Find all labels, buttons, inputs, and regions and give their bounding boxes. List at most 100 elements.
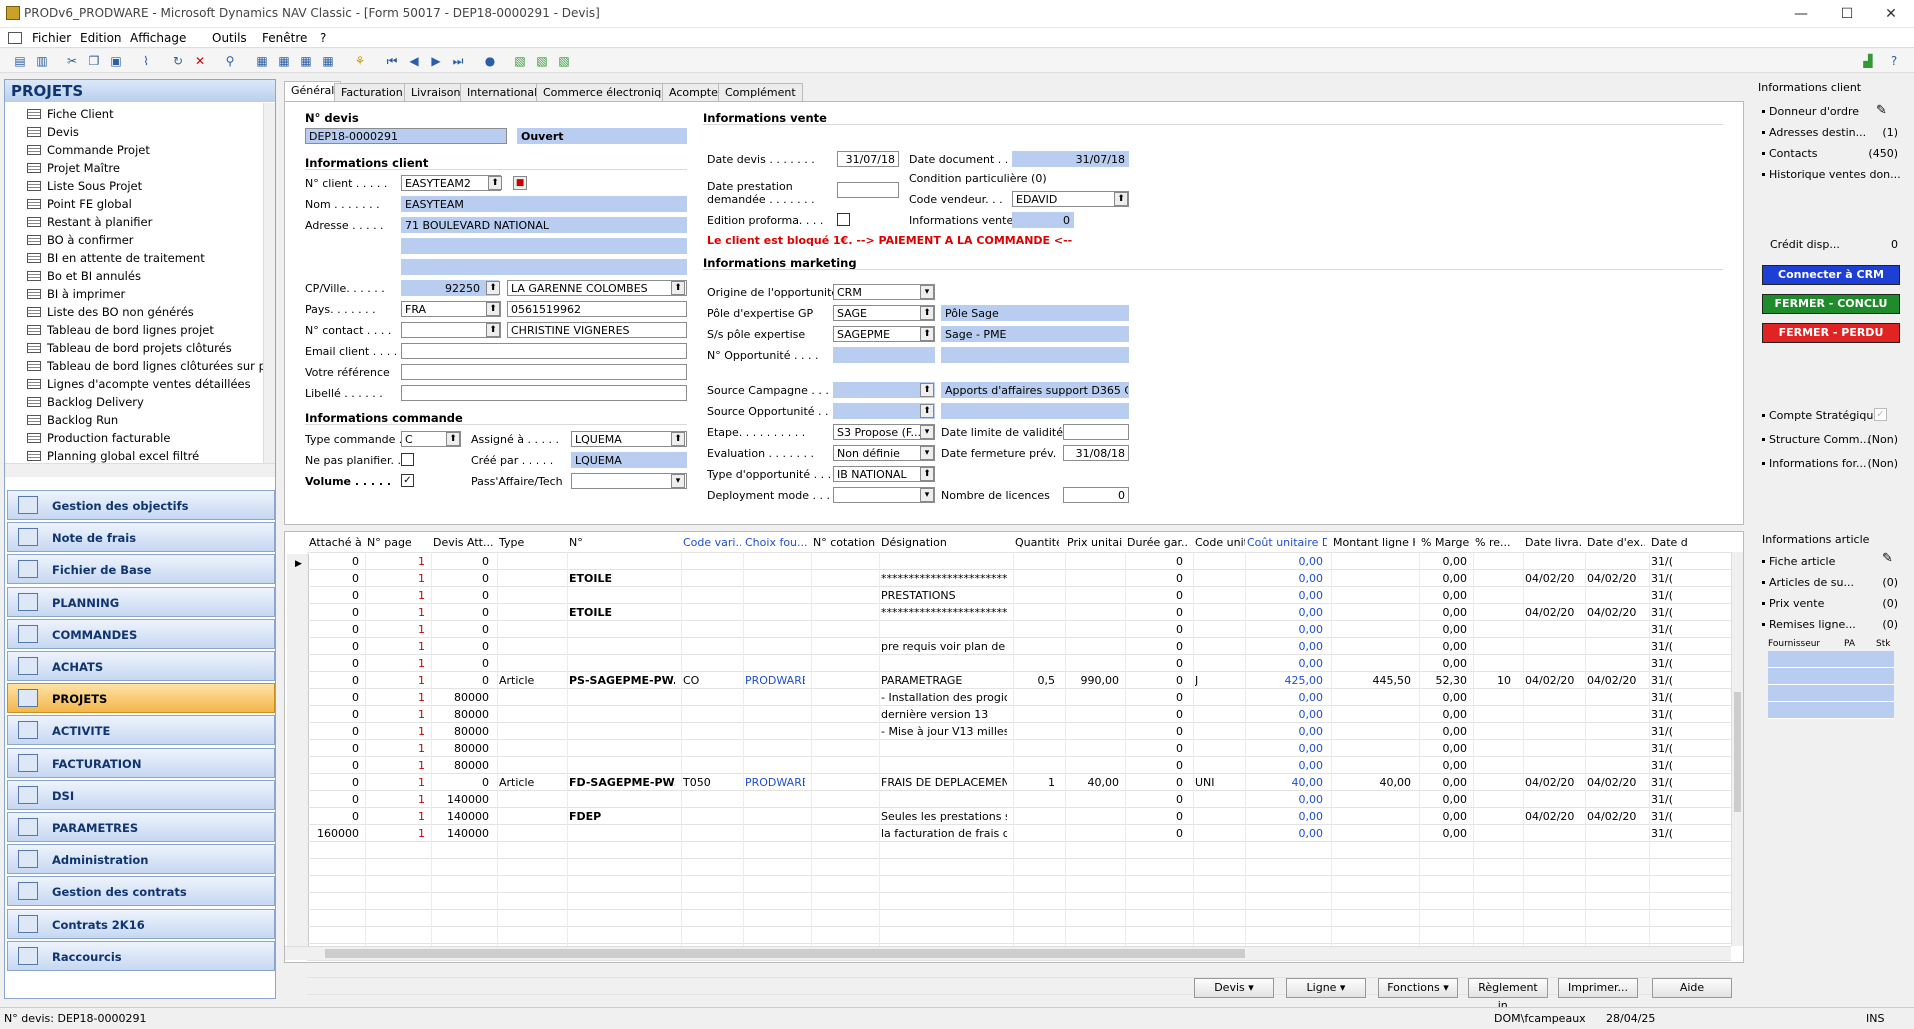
nav-button[interactable]: Gestion des objectifs xyxy=(7,490,275,520)
info-link[interactable]: Remises ligne... xyxy=(1762,618,1856,631)
tree-item[interactable]: Lignes d'acompte ventes détaillées xyxy=(27,377,251,395)
column-header[interactable]: Choix fou... xyxy=(745,536,809,549)
column-header[interactable]: N° page xyxy=(367,536,429,549)
tree-item[interactable]: Tableau de bord projets clôturés xyxy=(27,341,232,359)
prev-record-icon[interactable]: ◀ xyxy=(406,53,422,69)
table-cell[interactable]: 1 xyxy=(367,589,425,602)
tree-item[interactable]: Commande Projet xyxy=(27,143,150,161)
table-cell[interactable]: 425,00 xyxy=(1247,674,1324,687)
nav-button[interactable]: Contrats 2K16 xyxy=(7,908,275,939)
table-cell[interactable]: 990,00 xyxy=(1067,674,1120,687)
table-icon[interactable]: ▦ xyxy=(320,53,336,69)
table-cell[interactable]: 31/( xyxy=(1651,691,1707,704)
table-cell[interactable]: 0,00 xyxy=(1421,793,1468,806)
credit-label[interactable]: Crédit disp... xyxy=(1770,238,1840,251)
table-cell[interactable]: 0 xyxy=(1127,589,1183,602)
table-cell[interactable]: 31/( xyxy=(1651,742,1707,755)
table-cell[interactable]: 0 xyxy=(309,589,359,602)
pass-affaire-select[interactable] xyxy=(571,473,687,489)
table-cell[interactable]: 0,00 xyxy=(1247,589,1324,602)
table-cell[interactable]: 0 xyxy=(309,742,359,755)
table-cell[interactable]: 0 xyxy=(433,623,489,636)
phone-field[interactable]: 0561519962 xyxy=(507,301,687,317)
table-cell[interactable]: 31/( xyxy=(1651,793,1707,806)
import-icon[interactable]: ▧ xyxy=(534,53,550,69)
nav-button[interactable]: Gestion des contrats xyxy=(7,876,275,907)
table-cell[interactable]: 04/02/20 xyxy=(1525,606,1577,619)
tree-item[interactable]: BO à confirmer xyxy=(27,233,134,251)
table-cell[interactable]: 140000 xyxy=(433,827,489,840)
table-cell[interactable]: 0 xyxy=(433,589,489,602)
table-cell[interactable]: 40,00 xyxy=(1067,776,1120,789)
table-cell[interactable]: 0 xyxy=(309,776,359,789)
table-cell[interactable]: 1 xyxy=(367,623,425,636)
table-cell[interactable]: 0,00 xyxy=(1421,572,1468,585)
table-cell[interactable]: 04/02/20 xyxy=(1525,810,1577,823)
tree-item[interactable]: Devis xyxy=(27,125,79,143)
nav-button[interactable]: PARAMETRES xyxy=(7,812,275,842)
table-row[interactable]: 0180000- Installation des progiciels Sa.… xyxy=(285,691,1731,707)
tab-general[interactable]: Général xyxy=(284,81,342,101)
table-cell[interactable]: 0,00 xyxy=(1247,759,1324,772)
table-cell[interactable]: 0 xyxy=(433,657,489,670)
table-cell[interactable]: CO xyxy=(683,674,737,687)
nav-button[interactable]: Raccourcis xyxy=(7,940,275,971)
table-row[interactable]: 0180000- Mise à jour V13 millesime 20200… xyxy=(285,725,1731,741)
tab-facturation[interactable]: Facturation xyxy=(334,83,410,101)
table-cell[interactable]: ***************************... xyxy=(881,606,1007,619)
deployment-mode-dropdown-icon[interactable]: ▾ xyxy=(920,488,934,502)
column-header[interactable]: Date d xyxy=(1651,536,1711,549)
print-icon[interactable]: ▤ xyxy=(12,53,28,69)
licenses-field[interactable]: 0 xyxy=(1063,487,1129,503)
tree-item[interactable]: Restant à planifier xyxy=(27,215,152,233)
menu-outils[interactable]: Outils xyxy=(212,31,247,45)
table-cell[interactable]: PARAMETRAGE xyxy=(881,674,1007,687)
tab-international[interactable]: International xyxy=(460,83,545,101)
salesperson-field[interactable]: EDAVID xyxy=(1012,191,1129,207)
table-cell[interactable]: 0 xyxy=(433,555,489,568)
copy-icon[interactable]: ❐ xyxy=(86,53,102,69)
city-lookup-icon[interactable]: ⬆ xyxy=(671,281,685,295)
tree-item[interactable]: Bo et BI annulés xyxy=(27,269,141,287)
table-cell[interactable]: 1 xyxy=(367,793,425,806)
column-header[interactable]: Coût unitaire DS xyxy=(1247,536,1327,549)
table-cell[interactable]: 0 xyxy=(1127,810,1183,823)
tree-item[interactable]: BI en attente de traitement xyxy=(27,251,205,269)
table-cell[interactable]: 31/( xyxy=(1651,776,1707,789)
tree-item[interactable]: BI à imprimer xyxy=(27,287,125,305)
quote-date-field[interactable]: 31/07/18 xyxy=(837,151,899,167)
client-flag-icon[interactable]: ■ xyxy=(513,176,527,190)
table-cell[interactable]: 0 xyxy=(309,623,359,636)
table-cell[interactable]: 1 xyxy=(367,572,425,585)
stage-dropdown-icon[interactable]: ▾ xyxy=(920,425,934,439)
table-cell[interactable]: 0,00 xyxy=(1247,793,1324,806)
table-cell[interactable]: 40,00 xyxy=(1247,776,1324,789)
table-cell[interactable]: 0 xyxy=(1127,793,1183,806)
table-cell[interactable]: 31/( xyxy=(1651,640,1707,653)
column-header[interactable]: N° cotation xyxy=(813,536,877,549)
close-won-button[interactable]: FERMER - CONCLU xyxy=(1762,294,1900,314)
table-cell[interactable]: 0 xyxy=(309,606,359,619)
table-cell[interactable]: 0,00 xyxy=(1247,555,1324,568)
expertise-pole-lookup-icon[interactable]: ⬆ xyxy=(920,306,934,320)
table-cell[interactable]: 1 xyxy=(367,640,425,653)
email-field[interactable] xyxy=(401,343,687,359)
cut-icon[interactable]: ✂ xyxy=(64,53,80,69)
table-row[interactable]: 0 1 80000 0 0,00 0,00 31/( xyxy=(285,742,1731,758)
table-cell[interactable]: 04/02/20 xyxy=(1587,810,1641,823)
table-cell[interactable]: Article xyxy=(499,776,561,789)
table-cell[interactable]: 31/( xyxy=(1651,555,1707,568)
table-cell[interactable]: 0,00 xyxy=(1421,827,1468,840)
tab-commerce-electronique[interactable]: Commerce électronique xyxy=(536,83,682,101)
ligne-menu-button[interactable]: Ligne ▾ xyxy=(1286,978,1366,998)
help-icon[interactable]: ? xyxy=(1886,53,1902,69)
first-record-icon[interactable]: ⏮ xyxy=(384,53,400,69)
table-cell[interactable]: 31/( xyxy=(1651,606,1707,619)
no-plan-checkbox[interactable] xyxy=(401,453,414,466)
table-cell[interactable]: 0,5 xyxy=(1015,674,1056,687)
table-cell[interactable]: J xyxy=(1195,674,1241,687)
strategic-account-checkbox[interactable]: ✓ xyxy=(1874,408,1887,421)
column-header[interactable]: % Marge xyxy=(1421,536,1471,549)
table-cell[interactable]: 04/02/20 xyxy=(1587,606,1641,619)
table-cell[interactable]: 0,00 xyxy=(1247,827,1324,840)
